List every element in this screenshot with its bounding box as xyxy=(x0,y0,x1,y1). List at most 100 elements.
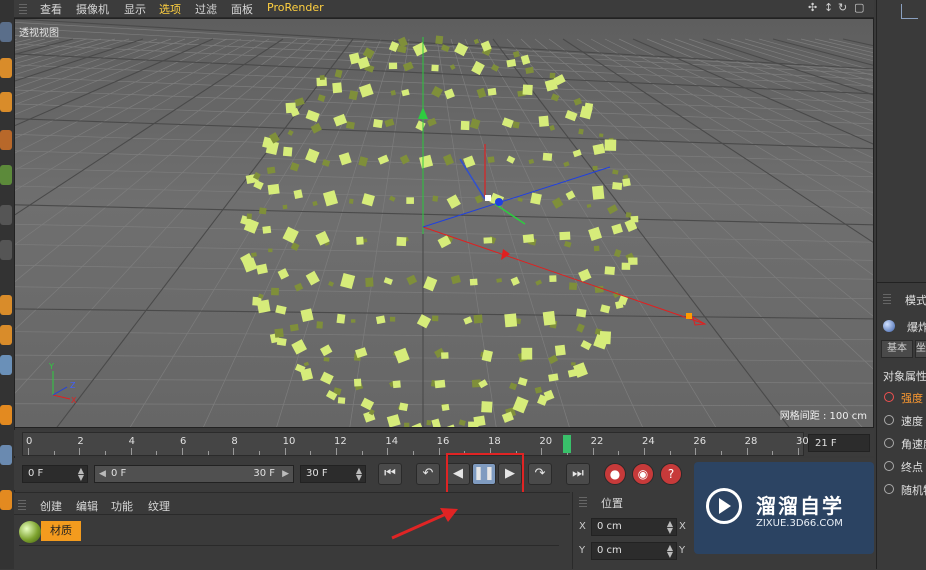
endpoint-key-icon[interactable] xyxy=(884,461,894,471)
material-tool-icon[interactable] xyxy=(0,355,12,375)
key-icon: ● xyxy=(609,467,621,481)
materials-divider xyxy=(14,514,570,515)
generator-tool-icon[interactable] xyxy=(0,165,12,185)
menu-grip-icon xyxy=(19,3,27,14)
particle-fragment xyxy=(487,87,497,96)
position-y-field[interactable]: 0 cm ▲ ▼ xyxy=(591,542,677,560)
mode-menu[interactable]: 模式 xyxy=(905,292,926,308)
undo-tool-icon[interactable] xyxy=(0,22,12,42)
material-name[interactable]: 材质 xyxy=(41,521,81,541)
next-key-button[interactable]: ↷ xyxy=(528,463,552,485)
menu-view[interactable]: 查看 xyxy=(40,1,62,17)
particle-fragment xyxy=(630,215,639,223)
perspective-viewport[interactable]: Y X Z 透视视图 网格间距 : 100 cm xyxy=(14,18,874,428)
particle-fragment xyxy=(398,402,409,412)
workplane-tool-icon[interactable] xyxy=(0,490,12,510)
watermark-title: 溜溜自学 xyxy=(756,494,844,518)
timeline-tick-label: 30 xyxy=(796,436,809,447)
particle-fragment xyxy=(578,128,584,135)
fps-field[interactable]: 30 F ▲ ▼ xyxy=(300,465,366,483)
stepper-arrows-icon[interactable]: ▲ ▼ xyxy=(78,467,84,482)
deformer-tool-icon[interactable] xyxy=(0,205,12,225)
menu-function[interactable]: 功能 xyxy=(111,498,133,514)
maximize-view-icon[interactable]: ▢ xyxy=(854,1,864,14)
play-icon xyxy=(719,498,731,514)
angular-speed-key-icon[interactable] xyxy=(884,438,894,448)
stepper-arrows-icon[interactable]: ▲ ▼ xyxy=(356,467,362,482)
menu-prorender[interactable]: ProRender xyxy=(267,1,324,14)
object-pivot[interactable] xyxy=(485,195,491,201)
particle-fragment xyxy=(504,313,518,328)
particle-fragment xyxy=(389,316,396,322)
particle-fragment xyxy=(542,310,556,326)
position-x-field[interactable]: 0 cm ▲ ▼ xyxy=(591,518,677,536)
stepper-arrows-icon[interactable]: ▲ ▼ xyxy=(667,544,673,559)
tab-coord[interactable]: 坐 xyxy=(915,340,926,358)
pen-tool-icon[interactable] xyxy=(0,92,12,112)
previous-key-icon: ↶ xyxy=(422,466,434,481)
go-to-end-button[interactable]: ⏭ xyxy=(566,463,590,485)
watermark-logo-icon xyxy=(706,488,742,524)
material-thumbnail[interactable] xyxy=(19,521,41,543)
question-icon: ? xyxy=(667,467,675,481)
panel-grip-icon xyxy=(579,496,587,507)
timeline-tick xyxy=(413,451,414,455)
move-view-icon[interactable]: ✣ xyxy=(808,1,817,14)
record-key-button[interactable]: ● xyxy=(604,463,626,485)
particle-fragment xyxy=(266,166,276,174)
current-frame-field[interactable]: 21 F xyxy=(808,434,870,452)
menu-filter[interactable]: 过滤 xyxy=(195,1,217,17)
x2-label: X xyxy=(679,521,686,532)
keyframe-help-button[interactable]: ? xyxy=(660,463,682,485)
position-y-value: 0 cm xyxy=(597,545,622,556)
particle-fragment xyxy=(434,379,446,389)
start-frame-field[interactable]: 0 F ▲ ▼ xyxy=(22,465,88,483)
timeline-tick-label: 14 xyxy=(385,436,399,447)
timeline-tick-label: 16 xyxy=(436,436,450,447)
light-tool-icon[interactable] xyxy=(0,325,12,345)
speed-key-icon[interactable] xyxy=(884,415,894,425)
particle-fragment xyxy=(372,118,383,129)
viewport-menu-bar: 查看 摄像机 显示 选项 过滤 面板 ProRender ✣ ↕ ↻ ▢ xyxy=(14,0,874,18)
camera-tool-icon[interactable] xyxy=(0,295,12,315)
timeline-playhead[interactable] xyxy=(563,435,571,453)
timeline-tick xyxy=(105,451,106,455)
snap-tool-icon[interactable] xyxy=(0,445,12,465)
menu-options[interactable]: 选项 xyxy=(159,1,181,17)
range-left-arrow-icon[interactable]: ◀ xyxy=(99,466,106,482)
strength-key-icon[interactable] xyxy=(884,392,894,402)
skip-end-icon: ⏭ xyxy=(572,466,584,481)
render-tool-icon[interactable] xyxy=(0,405,12,425)
go-to-start-button[interactable]: ⏮ xyxy=(378,463,402,485)
range-right-arrow-icon[interactable]: ▶ xyxy=(282,466,289,482)
cube-tool-icon[interactable] xyxy=(0,58,12,78)
menu-display[interactable]: 显示 xyxy=(124,1,146,17)
z-axis-handle-icon[interactable] xyxy=(495,198,503,206)
particle-fragment xyxy=(604,266,616,275)
tab-basic[interactable]: 基本 xyxy=(881,340,913,358)
frame-range-slider[interactable]: ◀ 0 F 30 F ▶ xyxy=(94,465,294,483)
timeline-tick-label: 10 xyxy=(282,436,296,447)
timeline-tick xyxy=(233,448,235,455)
scene-tool-icon[interactable] xyxy=(0,240,12,260)
menu-edit[interactable]: 编辑 xyxy=(76,498,98,514)
particle-fragment xyxy=(622,178,631,187)
particle-fragment xyxy=(592,165,598,171)
skip-start-icon: ⏮ xyxy=(384,466,396,481)
zoom-view-icon[interactable]: ↕ xyxy=(824,1,833,14)
position-title: 位置 xyxy=(601,497,623,510)
auto-key-button[interactable]: ◉ xyxy=(632,463,654,485)
previous-key-button[interactable]: ↶ xyxy=(416,463,440,485)
menu-camera[interactable]: 摄像机 xyxy=(76,1,109,17)
particle-fragment xyxy=(268,248,273,253)
stepper-arrows-icon[interactable]: ▲ ▼ xyxy=(667,520,673,535)
particle-fragment xyxy=(473,415,486,427)
particle-fragment xyxy=(332,82,343,94)
timeline-ruler[interactable]: 0 2 4 6 8 10 12 14 16 18 20 22 24 26 28 30 xyxy=(22,432,809,456)
subdivide-tool-icon[interactable] xyxy=(0,130,12,150)
menu-texture[interactable]: 纹理 xyxy=(148,498,170,514)
menu-create[interactable]: 创建 xyxy=(40,498,62,514)
random-key-icon[interactable] xyxy=(884,484,894,494)
rotate-view-icon[interactable]: ↻ xyxy=(838,1,847,14)
menu-panel[interactable]: 面板 xyxy=(231,1,253,17)
